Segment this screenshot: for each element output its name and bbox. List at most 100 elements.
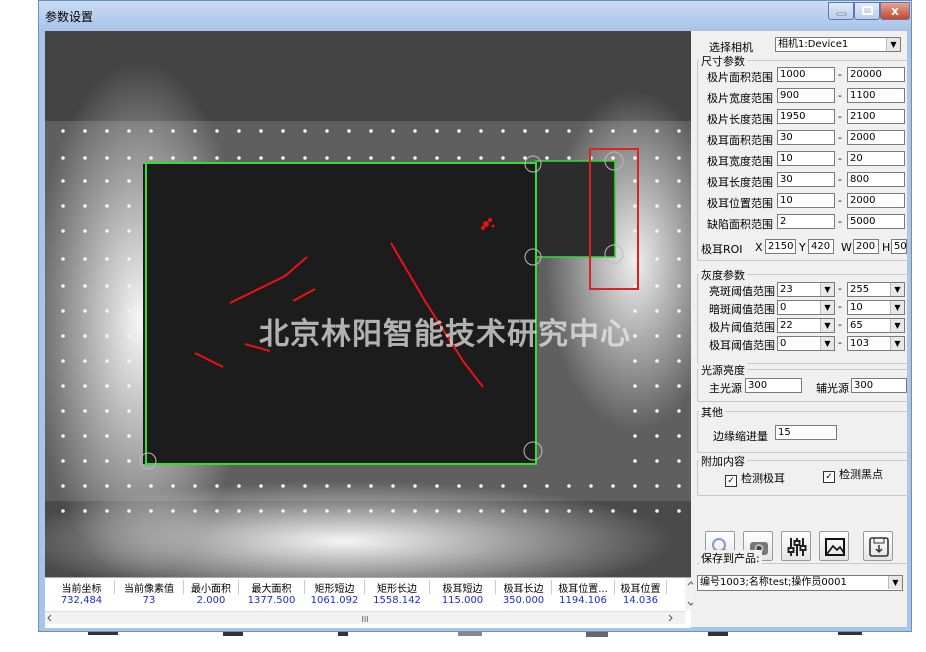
minimize-button[interactable] [828,2,854,20]
edge-indent-input[interactable]: 15 [775,425,837,440]
hole-dot [193,129,197,133]
inspection-image-view[interactable]: 北京林阳智能技术研究中心 [45,31,691,577]
param-label: 缺陷面积范围 [707,218,773,231]
param-min-input[interactable]: 2 [777,214,835,229]
param-max-input[interactable]: 2100 [847,109,905,124]
column-header[interactable]: 最大面积 [239,580,305,594]
param-max-value: 103 [850,338,870,349]
hole-dot [633,509,637,513]
title-bar[interactable]: 参数设置 x [39,1,911,31]
roi-w-input[interactable]: 200 [853,239,879,254]
param-min-input[interactable]: 10 [777,193,835,208]
hole-dot [655,204,659,208]
param-max-input[interactable]: 800 [847,172,905,187]
column-header[interactable]: 最小面积 [184,580,239,594]
param-max-input[interactable]: 2000 [847,193,905,208]
param-label: 暗斑阈值范围 [709,303,775,316]
hole-dot [127,434,131,438]
detect-blackspot-label: 检测黑点 [839,468,883,481]
param-max-select[interactable]: 10 ▼ [847,300,905,315]
camera-select-value: 相机1:Device1 [778,39,849,50]
range-dash: - [838,300,842,313]
hole-dot [61,459,65,463]
column-header[interactable]: 矩形短边 [305,580,365,594]
column-header[interactable]: 极耳位置 [615,580,667,594]
hole-dot [413,484,417,488]
hole-dot [61,229,65,233]
hole-dot [281,129,285,133]
hole-dot [633,309,637,313]
param-label: 极耳宽度范围 [707,155,773,168]
hole-dot [193,156,197,160]
chevron-down-icon: ▼ [820,301,834,314]
param-min-select[interactable]: 0 ▼ [777,336,835,351]
param-min-select[interactable]: 22 ▼ [777,318,835,333]
hole-dot [237,156,241,160]
hole-dot [105,459,109,463]
save-button[interactable] [863,531,893,561]
param-min-input[interactable]: 30 [777,172,835,187]
param-min-input[interactable]: 1000 [777,67,835,82]
hole-dot [325,509,329,513]
table-cell: 1558.142 [373,595,421,606]
param-min-select[interactable]: 0 ▼ [777,300,835,315]
table-cell: 73 [142,595,156,606]
roi-h-input[interactable]: 500 [891,239,907,254]
param-label: 极耳位置范围 [707,197,773,210]
param-min-input[interactable]: 1950 [777,109,835,124]
camera-select[interactable]: 相机1:Device1 ▼ [775,37,901,52]
hole-dot [677,359,681,363]
column-header[interactable]: 极耳位置... [552,580,615,594]
param-label: 亮斑阈值范围 [709,285,775,298]
param-min-input[interactable]: 900 [777,88,835,103]
close-button[interactable]: x [880,2,910,20]
param-max-input[interactable]: 1100 [847,88,905,103]
chevron-down-icon: ▼ [890,337,904,350]
maximize-icon [862,6,873,15]
hole-dot [369,509,373,513]
column-header[interactable]: 当前像素值 [115,580,184,594]
hole-dot [545,509,549,513]
param-max-input[interactable]: 20 [847,151,905,166]
param-max-input[interactable]: 20000 [847,67,905,82]
detect-blackspot-checkbox[interactable]: ✓ 检测黑点 [823,466,883,483]
hole-dot [127,484,131,488]
detect-tab-checkbox[interactable]: ✓ 检测极耳 [725,470,785,487]
param-max-select[interactable]: 103 ▼ [847,336,905,351]
aux-light-input[interactable]: 300 [851,378,907,393]
hole-dot [677,129,681,133]
roi-y-input[interactable]: 420 [808,239,834,254]
hole-dot [83,434,87,438]
hole-dot [259,129,263,133]
adjust-button[interactable] [781,531,811,561]
param-max-input[interactable]: 5000 [847,214,905,229]
hole-dot [413,129,417,133]
column-header[interactable]: 当前坐标 [49,580,115,594]
column-header[interactable]: 矩形长边 [365,580,430,594]
hole-dot [677,156,681,160]
product-select[interactable]: 编号1003;名称test;操作员0001 ▼ [697,575,903,591]
maximize-button[interactable] [854,2,880,20]
param-max-select[interactable]: 65 ▼ [847,318,905,333]
main-light-input[interactable]: 300 [745,378,802,393]
param-min-input[interactable]: 30 [777,130,835,145]
range-dash: - [838,215,842,228]
image-button[interactable] [819,531,849,561]
column-header[interactable]: 极耳短边 [430,580,496,594]
hole-dot [237,484,241,488]
hole-dot [655,229,659,233]
param-max-select[interactable]: 255 ▼ [847,282,905,297]
hole-dot [633,204,637,208]
hole-dot [215,509,219,513]
roi-x-input[interactable]: 2150 [765,239,796,254]
taskbar-icons [88,632,862,637]
param-min-input[interactable]: 10 [777,151,835,166]
settings-window: 参数设置 x 北京林阳智能技术研究中心 当前坐标 当前像素值 最小面积 最大面积… [38,0,912,632]
hole-dot [105,257,109,261]
hole-dot [347,509,351,513]
param-max-input[interactable]: 2000 [847,130,905,145]
param-min-select[interactable]: 23 ▼ [777,282,835,297]
hole-dot [105,309,109,313]
horizontal-scrollbar[interactable]: III [45,611,685,624]
column-header[interactable]: 极耳长边 [496,580,552,594]
